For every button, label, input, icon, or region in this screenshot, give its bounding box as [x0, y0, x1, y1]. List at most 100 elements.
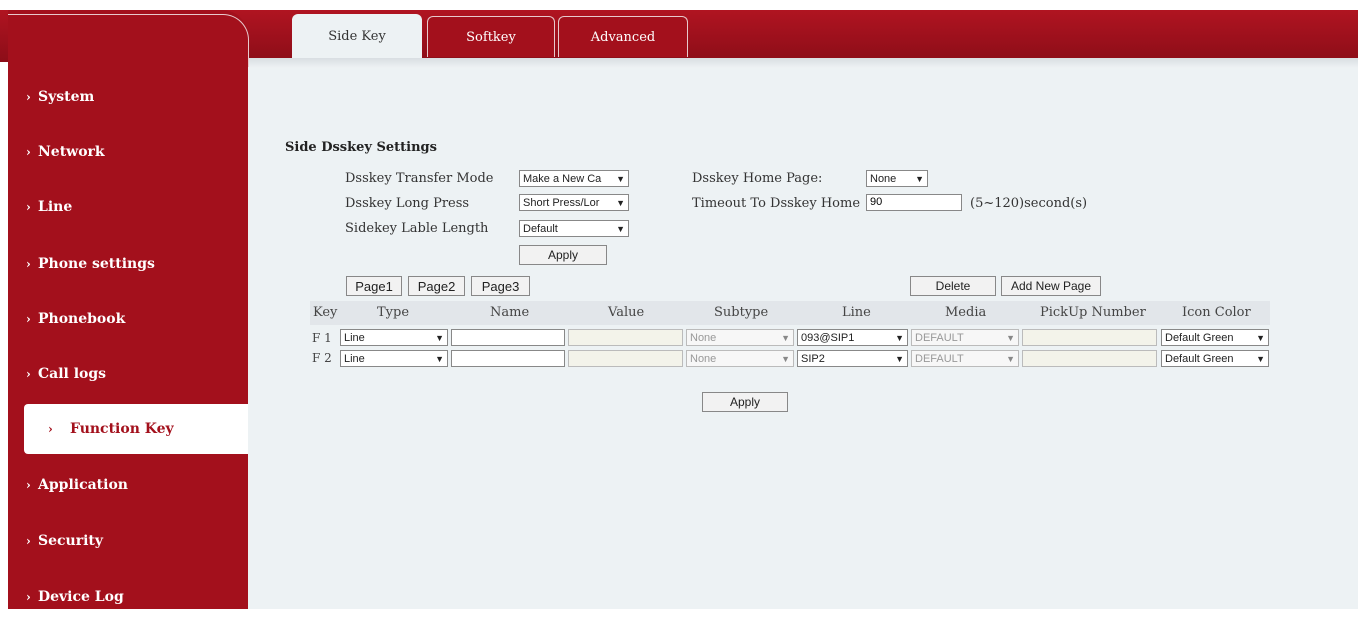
- chevron-down-icon: ▼: [616, 223, 625, 234]
- tab-side-key[interactable]: Side Key: [292, 14, 422, 58]
- transfer-mode-value: Make a New Ca: [523, 172, 602, 185]
- media-select[interactable]: DEFAULT ▼: [911, 329, 1019, 346]
- lable-length-label: Sidekey Lable Length: [345, 221, 489, 236]
- chevron-down-icon: ▼: [616, 173, 625, 184]
- home-page-label: Dsskey Home Page:: [692, 171, 823, 186]
- settings-apply-button[interactable]: Apply: [519, 245, 607, 265]
- transfer-mode-label: Dsskey Transfer Mode: [345, 171, 494, 186]
- icon-color-select[interactable]: Default Green ▼: [1161, 329, 1269, 346]
- sidebar-item-label: Call logs: [38, 366, 107, 382]
- sidebar-item-function-key[interactable]: › Function Key: [24, 404, 248, 454]
- sidebar-item-system[interactable]: › System: [8, 72, 248, 122]
- chevron-down-icon: ▼: [895, 332, 904, 343]
- value-input[interactable]: [568, 350, 683, 367]
- media-value: DEFAULT: [915, 352, 964, 365]
- sidebar-top-outline: [8, 14, 249, 67]
- col-type: Type: [377, 305, 410, 320]
- lable-length-value: Default: [523, 222, 558, 235]
- page1-button[interactable]: Page1: [346, 276, 402, 296]
- page3-button[interactable]: Page3: [471, 276, 530, 296]
- sidebar-item-label: Network: [38, 144, 105, 160]
- sidebar-item-label: Phone settings: [38, 256, 155, 272]
- col-subtype: Subtype: [714, 305, 769, 320]
- sidebar-item-label: Function Key: [70, 421, 174, 437]
- type-value: Line: [344, 331, 365, 344]
- sidebar-item-security[interactable]: › Security: [8, 516, 248, 566]
- sidebar-item-phone-settings[interactable]: › Phone settings: [8, 239, 248, 289]
- name-input[interactable]: [451, 329, 565, 346]
- sidebar-item-phonebook[interactable]: › Phonebook: [8, 294, 248, 344]
- chevron-down-icon: ▼: [915, 173, 924, 184]
- chevron-right-icon: ›: [26, 367, 31, 381]
- col-key: Key: [313, 305, 338, 320]
- media-select[interactable]: DEFAULT ▼: [911, 350, 1019, 367]
- timeout-label: Timeout To Dsskey Home: [692, 196, 861, 211]
- key-cell: F 2: [312, 351, 332, 365]
- section-title: Side Dsskey Settings: [285, 140, 437, 155]
- home-page-value: None: [870, 172, 897, 185]
- col-icon-color: Icon Color: [1182, 305, 1251, 320]
- col-pickup-number: PickUp Number: [1040, 305, 1146, 320]
- tab-advanced[interactable]: Advanced: [558, 16, 688, 57]
- home-page-select[interactable]: None ▼: [866, 170, 928, 187]
- sidebar-item-label: Phonebook: [38, 311, 126, 327]
- chevron-down-icon: ▼: [1256, 332, 1265, 343]
- sidebar-item-label: System: [38, 89, 95, 105]
- icon-color-select[interactable]: Default Green ▼: [1161, 350, 1269, 367]
- icon-color-value: Default Green: [1165, 352, 1234, 365]
- type-select[interactable]: Line ▼: [340, 329, 448, 346]
- subtype-value: None: [690, 352, 717, 365]
- type-value: Line: [344, 352, 365, 365]
- pickup-number-input[interactable]: [1022, 329, 1157, 346]
- long-press-label: Dsskey Long Press: [345, 196, 470, 211]
- lable-length-select[interactable]: Default ▼: [519, 220, 629, 237]
- col-name: Name: [490, 305, 530, 320]
- col-media: Media: [945, 305, 987, 320]
- chevron-right-icon: ›: [26, 534, 31, 548]
- chevron-down-icon: ▼: [781, 332, 790, 343]
- line-select[interactable]: SIP2 ▼: [797, 350, 908, 367]
- value-input[interactable]: [568, 329, 683, 346]
- chevron-right-icon: ›: [26, 590, 31, 604]
- sidebar-item-line[interactable]: › Line: [8, 182, 248, 232]
- sidebar-item-label: Line: [38, 199, 73, 215]
- line-value: SIP2: [801, 352, 825, 365]
- chevron-down-icon: ▼: [616, 197, 625, 208]
- subtype-select[interactable]: None ▼: [686, 350, 794, 367]
- add-new-page-button[interactable]: Add New Page: [1001, 276, 1101, 296]
- chevron-right-icon: ›: [26, 145, 31, 159]
- name-input[interactable]: [451, 350, 565, 367]
- long-press-select[interactable]: Short Press/Lor ▼: [519, 194, 629, 211]
- timeout-input[interactable]: 90: [866, 194, 962, 211]
- long-press-value: Short Press/Lor: [523, 196, 600, 209]
- chevron-down-icon: ▼: [1006, 353, 1015, 364]
- timeout-hint: (5~120)second(s): [970, 196, 1088, 211]
- line-select[interactable]: 093@SIP1 ▼: [797, 329, 908, 346]
- sidebar-item-application[interactable]: › Application: [8, 460, 248, 510]
- sidebar-item-network[interactable]: › Network: [8, 127, 248, 177]
- chevron-down-icon: ▼: [1006, 332, 1015, 343]
- icon-color-value: Default Green: [1165, 331, 1234, 344]
- chevron-right-icon: ›: [26, 200, 31, 214]
- sidebar-item-label: Application: [38, 477, 128, 493]
- chevron-down-icon: ▼: [435, 353, 444, 364]
- key-cell: F 1: [312, 331, 332, 345]
- chevron-down-icon: ▼: [895, 353, 904, 364]
- chevron-right-icon: ›: [48, 422, 53, 436]
- line-value: 093@SIP1: [801, 331, 855, 344]
- chevron-right-icon: ›: [26, 478, 31, 492]
- pickup-number-input[interactable]: [1022, 350, 1157, 367]
- sidebar-item-device-log[interactable]: › Device Log: [8, 572, 248, 622]
- tab-softkey[interactable]: Softkey: [427, 16, 555, 57]
- header-shadow: [232, 58, 1358, 68]
- subtype-select[interactable]: None ▼: [686, 329, 794, 346]
- delete-page-button[interactable]: Delete: [910, 276, 996, 296]
- transfer-mode-select[interactable]: Make a New Ca ▼: [519, 170, 629, 187]
- sidebar-item-call-logs[interactable]: › Call logs: [8, 349, 248, 399]
- chevron-down-icon: ▼: [1256, 353, 1265, 364]
- type-select[interactable]: Line ▼: [340, 350, 448, 367]
- table-apply-button[interactable]: Apply: [702, 392, 788, 412]
- chevron-right-icon: ›: [26, 90, 31, 104]
- col-value: Value: [608, 305, 645, 320]
- page2-button[interactable]: Page2: [408, 276, 465, 296]
